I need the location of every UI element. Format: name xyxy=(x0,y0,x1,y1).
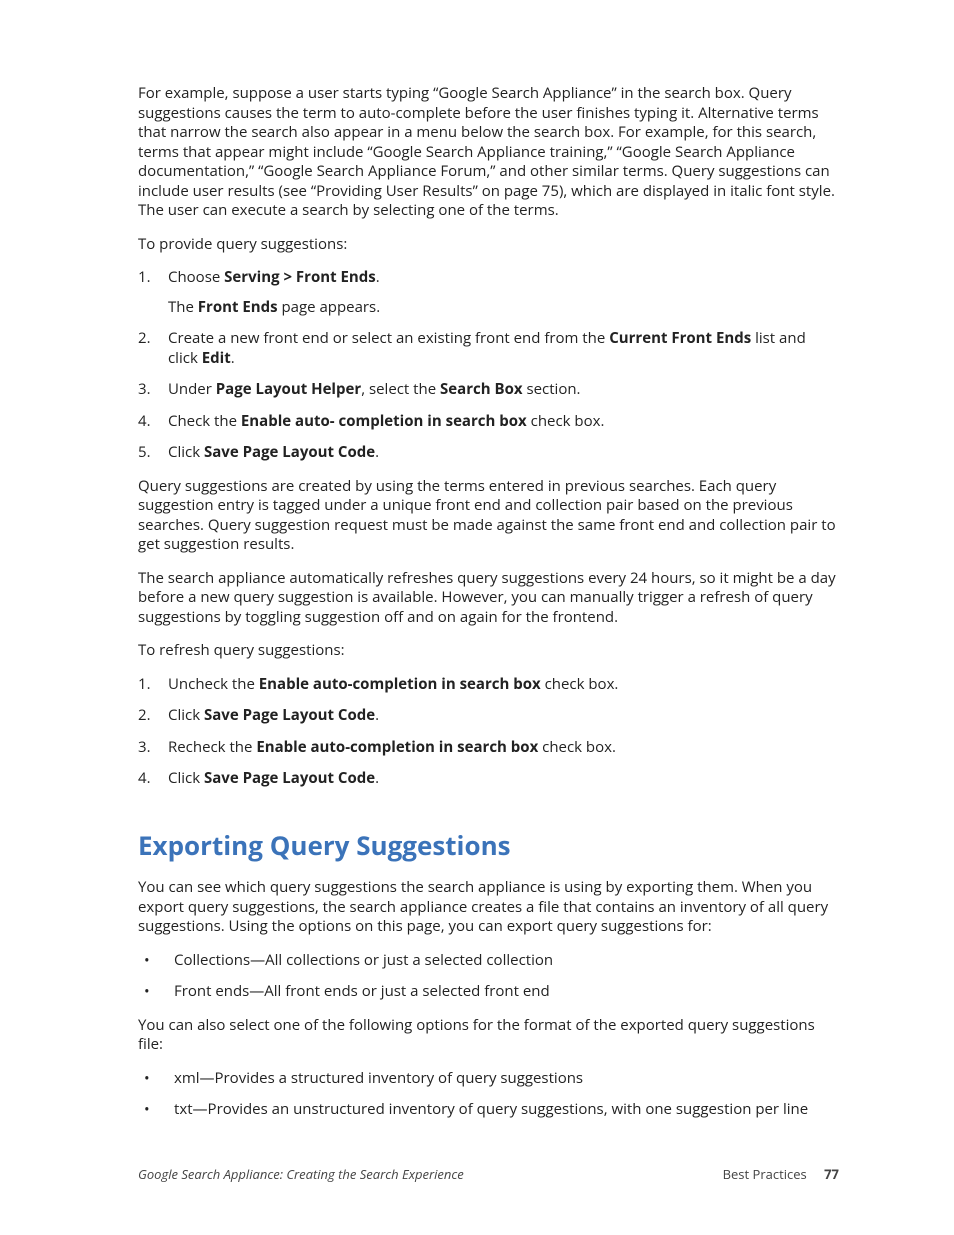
list-item: • txt—Provides an unstructured inventory… xyxy=(138,1100,839,1120)
bold-text: Enable auto-completion in search box xyxy=(256,737,538,757)
list-item: 4. Click Save Page Layout Code. xyxy=(138,769,839,789)
list-item: 2. Create a new front end or select an e… xyxy=(138,329,839,368)
list-item: • xml—Provides a structured inventory of… xyxy=(138,1069,839,1089)
text-run: check box. xyxy=(541,674,619,694)
list-text: Choose Serving > Front Ends. The Front E… xyxy=(168,268,839,317)
bold-text: Edit xyxy=(202,348,231,368)
list-item: • Collections—All collections or just a … xyxy=(138,951,839,971)
text-run: Click xyxy=(168,768,204,788)
bullet-list-1: • Collections—All collections or just a … xyxy=(138,951,839,1002)
list-item: • Front ends—All front ends or just a se… xyxy=(138,982,839,1002)
sub-paragraph: The Front Ends page appears. xyxy=(168,298,839,318)
list-text: txt—Provides an unstructured inventory o… xyxy=(174,1100,839,1120)
list-text: Under Page Layout Helper, select the Sea… xyxy=(168,380,839,400)
list-item: 1. Uncheck the Enable auto-completion in… xyxy=(138,675,839,695)
page-number: 77 xyxy=(824,1165,839,1183)
list-number: 3. xyxy=(138,380,168,400)
text-run: check box. xyxy=(538,737,616,757)
list-text: Front ends—All front ends or just a sele… xyxy=(174,982,839,1002)
text-run: . xyxy=(375,768,379,788)
bullet-icon: • xyxy=(138,1100,174,1120)
list-item: 4. Check the Enable auto- completion in … xyxy=(138,412,839,432)
text-run: Click xyxy=(168,442,204,462)
list-text: Click Save Page Layout Code. xyxy=(168,769,839,789)
paragraph: You can also select one of the following… xyxy=(138,1016,839,1055)
text-run: , select the xyxy=(361,379,440,399)
list-item: 3. Recheck the Enable auto-completion in… xyxy=(138,738,839,758)
text-run: . xyxy=(375,705,379,725)
text-run: Check the xyxy=(168,411,241,431)
footer-section: Best Practices xyxy=(723,1165,807,1183)
list-text: xml—Provides a structured inventory of q… xyxy=(174,1069,839,1089)
page-content: For example, suppose a user starts typin… xyxy=(0,0,954,1120)
text-run: Under xyxy=(168,379,216,399)
text-run: Click xyxy=(168,705,204,725)
bold-text: Enable auto-completion in search box xyxy=(259,674,541,694)
section-heading: Exporting Query Suggestions xyxy=(138,829,839,863)
list-number: 1. xyxy=(138,675,168,695)
text-run: Uncheck the xyxy=(168,674,259,694)
bold-text: Serving > Front Ends xyxy=(224,267,376,287)
ordered-list-2: 1. Uncheck the Enable auto-completion in… xyxy=(138,675,839,789)
text-run: . xyxy=(231,348,235,368)
list-number: 2. xyxy=(138,329,168,368)
text-run: section. xyxy=(523,379,581,399)
list-item: 5. Click Save Page Layout Code. xyxy=(138,443,839,463)
bullet-icon: • xyxy=(138,951,174,971)
list-number: 3. xyxy=(138,738,168,758)
bullet-icon: • xyxy=(138,1069,174,1089)
intro-paragraph: For example, suppose a user starts typin… xyxy=(138,84,839,221)
bold-text: Save Page Layout Code xyxy=(204,442,375,462)
footer-right: Best Practices 77 xyxy=(723,1165,839,1183)
list-text: Check the Enable auto- completion in sea… xyxy=(168,412,839,432)
list-text: Collections—All collections or just a se… xyxy=(174,951,839,971)
list-text: Recheck the Enable auto-completion in se… xyxy=(168,738,839,758)
list-text: Uncheck the Enable auto-completion in se… xyxy=(168,675,839,695)
footer-left: Google Search Appliance: Creating the Se… xyxy=(138,1165,464,1183)
lead-in-1: To provide query suggestions: xyxy=(138,235,839,255)
text-run: Create a new front end or select an exis… xyxy=(168,328,609,348)
list-item: 3. Under Page Layout Helper, select the … xyxy=(138,380,839,400)
bold-text: Save Page Layout Code xyxy=(204,705,375,725)
list-number: 4. xyxy=(138,412,168,432)
list-number: 1. xyxy=(138,268,168,317)
list-text: Click Save Page Layout Code. xyxy=(168,706,839,726)
text-run: . xyxy=(375,442,379,462)
list-number: 2. xyxy=(138,706,168,726)
list-number: 5. xyxy=(138,443,168,463)
bold-text: Front Ends xyxy=(198,297,278,317)
list-number: 4. xyxy=(138,769,168,789)
bold-text: Current Front Ends xyxy=(609,328,751,348)
lead-in-2: To refresh query suggestions: xyxy=(138,641,839,661)
bold-text: Search Box xyxy=(440,379,523,399)
text-run: . xyxy=(376,267,380,287)
list-item: 1. Choose Serving > Front Ends. The Fron… xyxy=(138,268,839,317)
list-item: 2. Click Save Page Layout Code. xyxy=(138,706,839,726)
text-run: Choose xyxy=(168,267,224,287)
bullet-icon: • xyxy=(138,982,174,1002)
bullet-list-2: • xml—Provides a structured inventory of… xyxy=(138,1069,839,1120)
text-run: The xyxy=(168,297,198,317)
paragraph: The search appliance automatically refre… xyxy=(138,569,839,628)
list-text: Create a new front end or select an exis… xyxy=(168,329,839,368)
text-run: Recheck the xyxy=(168,737,256,757)
bold-text: Enable auto- completion in search box xyxy=(241,411,527,431)
text-run: check box. xyxy=(527,411,605,431)
ordered-list-1: 1. Choose Serving > Front Ends. The Fron… xyxy=(138,268,839,463)
paragraph: Query suggestions are created by using t… xyxy=(138,477,839,555)
bold-text: Save Page Layout Code xyxy=(204,768,375,788)
paragraph: You can see which query suggestions the … xyxy=(138,878,839,937)
list-text: Click Save Page Layout Code. xyxy=(168,443,839,463)
text-run: page appears. xyxy=(278,297,381,317)
bold-text: Page Layout Helper xyxy=(216,379,361,399)
page-footer: Google Search Appliance: Creating the Se… xyxy=(138,1165,839,1183)
